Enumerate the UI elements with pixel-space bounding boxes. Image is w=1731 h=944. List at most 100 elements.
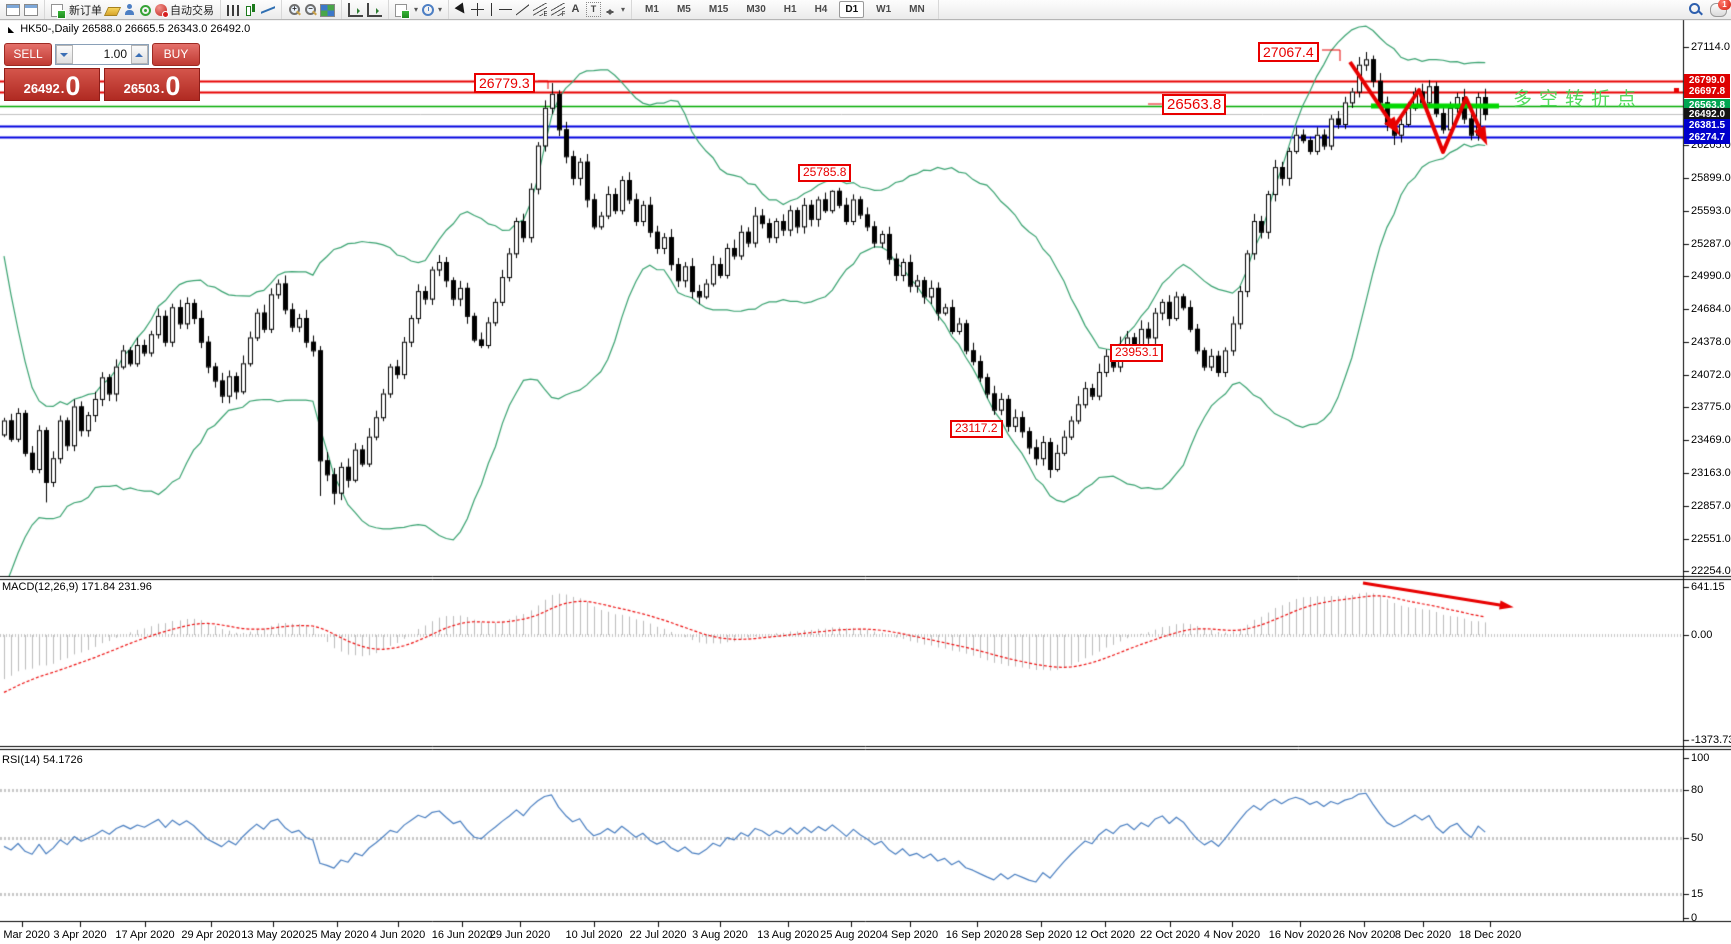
sell-price-box[interactable]: 26492 . 0: [4, 68, 100, 101]
price-tick-label: 23775.0: [1691, 401, 1731, 413]
vertical-line-button[interactable]: [488, 3, 495, 16]
indicators-button[interactable]: [395, 4, 407, 17]
date-label[interactable]: 22 Jul 2020: [630, 929, 687, 941]
date-label[interactable]: 28 Sep 2020: [1010, 929, 1072, 941]
notifications-icon[interactable]: 1: [1710, 3, 1727, 17]
timeframe-button-mn[interactable]: MN: [903, 1, 931, 18]
price-tick-label: 24072.0: [1691, 369, 1731, 381]
zoom-in-button[interactable]: +: [288, 4, 300, 16]
sell-price-sep: .: [61, 79, 65, 99]
price-annotation-label: 23117.2: [950, 420, 1003, 438]
date-label[interactable]: 4 Sep 2020: [882, 929, 938, 941]
signals-icon[interactable]: [140, 5, 151, 16]
date-label[interactable]: 25 May 2020: [305, 929, 369, 941]
new-order-label: 新订单: [69, 2, 102, 18]
horizontal-line-button[interactable]: [499, 3, 512, 16]
volume-increase-button[interactable]: [131, 45, 148, 64]
toolbar-group-standard: 新订单 自动交易: [45, 0, 221, 19]
date-label[interactable]: 4 Nov 2020: [1204, 929, 1260, 941]
one-click-trading-panel: SELL 1.00 BUY 26492 . 0 26503 . 0: [4, 43, 200, 101]
date-label[interactable]: 22 Oct 2020: [1140, 929, 1200, 941]
metaeditor-icon[interactable]: [104, 7, 121, 16]
equidistant-channel-button[interactable]: E: [533, 3, 547, 16]
crosshair-button[interactable]: [471, 3, 484, 16]
timeframe-button-w1[interactable]: W1: [870, 1, 897, 18]
macd-values: 171.84 231.96: [81, 581, 151, 593]
arrows-caret-icon[interactable]: ▾: [621, 5, 625, 14]
search-icon[interactable]: [1689, 3, 1702, 16]
date-label[interactable]: 18 Dec 2020: [1459, 929, 1521, 941]
trendline-button[interactable]: [516, 3, 529, 16]
cursor-button[interactable]: [455, 4, 467, 16]
date-label[interactable]: 10 Jul 2020: [566, 929, 623, 941]
timeframe-button-m30[interactable]: M30: [740, 1, 771, 18]
timeframe-button-m15[interactable]: M15: [703, 1, 734, 18]
date-label[interactable]: 4 Mar 2020: [0, 929, 50, 941]
bar-chart-button[interactable]: [227, 5, 240, 16]
date-label[interactable]: 3 Apr 2020: [53, 929, 106, 941]
text-tool-button[interactable]: A: [569, 3, 582, 16]
timeframe-button-d1[interactable]: D1: [839, 1, 864, 18]
community-icon[interactable]: [123, 3, 136, 16]
macd-axis-label: 641.15: [1691, 581, 1725, 593]
price-tick-label: 22551.0: [1691, 533, 1731, 545]
zoom-out-button[interactable]: −: [304, 4, 316, 16]
text-label-button[interactable]: T: [586, 2, 601, 17]
toolbar-group-chart-type: [221, 0, 282, 19]
toolbar-group-zoom: + −: [282, 0, 342, 19]
fibo-f-label: F: [562, 11, 565, 16]
profiles-icon[interactable]: [24, 4, 38, 16]
symbol-marker-icon: ◣: [8, 25, 14, 34]
chart-canvas[interactable]: [0, 0, 1731, 944]
chart-shift-button[interactable]: [367, 3, 382, 17]
rsi-value: 54.1726: [43, 754, 83, 766]
fibonacci-button[interactable]: F: [551, 3, 565, 16]
new-order-button[interactable]: 新订单: [51, 2, 102, 18]
line-chart-button[interactable]: [261, 4, 275, 16]
price-tick-label: 25287.0: [1691, 238, 1731, 250]
date-label[interactable]: 16 Sep 2020: [946, 929, 1008, 941]
candlestick-button[interactable]: [244, 4, 257, 16]
turning-point-annotation: 多空转折点: [1513, 84, 1643, 111]
periods-caret-icon[interactable]: ▾: [438, 5, 442, 14]
date-label[interactable]: 8 Dec 2020: [1395, 929, 1451, 941]
date-label[interactable]: 17 Apr 2020: [115, 929, 174, 941]
autotrading-label: 自动交易: [170, 2, 214, 18]
volume-value[interactable]: 1.00: [73, 45, 131, 64]
price-tick-label: 24378.0: [1691, 336, 1731, 348]
arrows-tool-button[interactable]: [605, 4, 617, 16]
date-label[interactable]: 26 Nov 2020: [1333, 929, 1395, 941]
rsi-axis-label: 0: [1691, 912, 1697, 924]
buy-button[interactable]: BUY: [152, 43, 200, 66]
rsi-axis-label: 100: [1691, 752, 1709, 764]
date-label[interactable]: 3 Aug 2020: [692, 929, 748, 941]
date-label[interactable]: 12 Oct 2020: [1075, 929, 1135, 941]
new-chart-icon[interactable]: [6, 4, 20, 16]
price-annotation-label: 26563.8: [1162, 94, 1226, 115]
price-tick-label: 24684.0: [1691, 303, 1731, 315]
date-label[interactable]: 29 Apr 2020: [181, 929, 240, 941]
autotrading-button[interactable]: 自动交易: [155, 2, 214, 18]
price-annotation-label: 26779.3: [474, 73, 535, 93]
timeframe-button-h1[interactable]: H1: [778, 1, 803, 18]
periods-button[interactable]: [422, 4, 434, 16]
auto-scroll-button[interactable]: [348, 3, 363, 17]
macd-name: MACD(12,26,9): [2, 581, 78, 593]
date-label[interactable]: 29 Jun 2020: [490, 929, 551, 941]
price-line-badge: 26274.7: [1684, 131, 1730, 144]
tile-windows-button[interactable]: [320, 4, 335, 17]
buy-price-box[interactable]: 26503 . 0: [104, 68, 200, 101]
date-label[interactable]: 13 Aug 2020: [757, 929, 819, 941]
date-label[interactable]: 13 May 2020: [241, 929, 305, 941]
timeframe-button-h4[interactable]: H4: [809, 1, 834, 18]
date-label[interactable]: 25 Aug 2020: [820, 929, 882, 941]
sell-button[interactable]: SELL: [4, 43, 52, 66]
timeframe-button-m1[interactable]: M1: [639, 1, 665, 18]
volume-decrease-button[interactable]: [56, 45, 73, 64]
timeframe-button-m5[interactable]: M5: [671, 1, 697, 18]
date-label[interactable]: 4 Jun 2020: [371, 929, 425, 941]
date-label[interactable]: 16 Nov 2020: [1269, 929, 1331, 941]
date-label[interactable]: 16 Jun 2020: [432, 929, 493, 941]
symbol-name: HK50-,Daily: [20, 23, 79, 35]
indicators-caret-icon[interactable]: ▾: [414, 5, 418, 14]
